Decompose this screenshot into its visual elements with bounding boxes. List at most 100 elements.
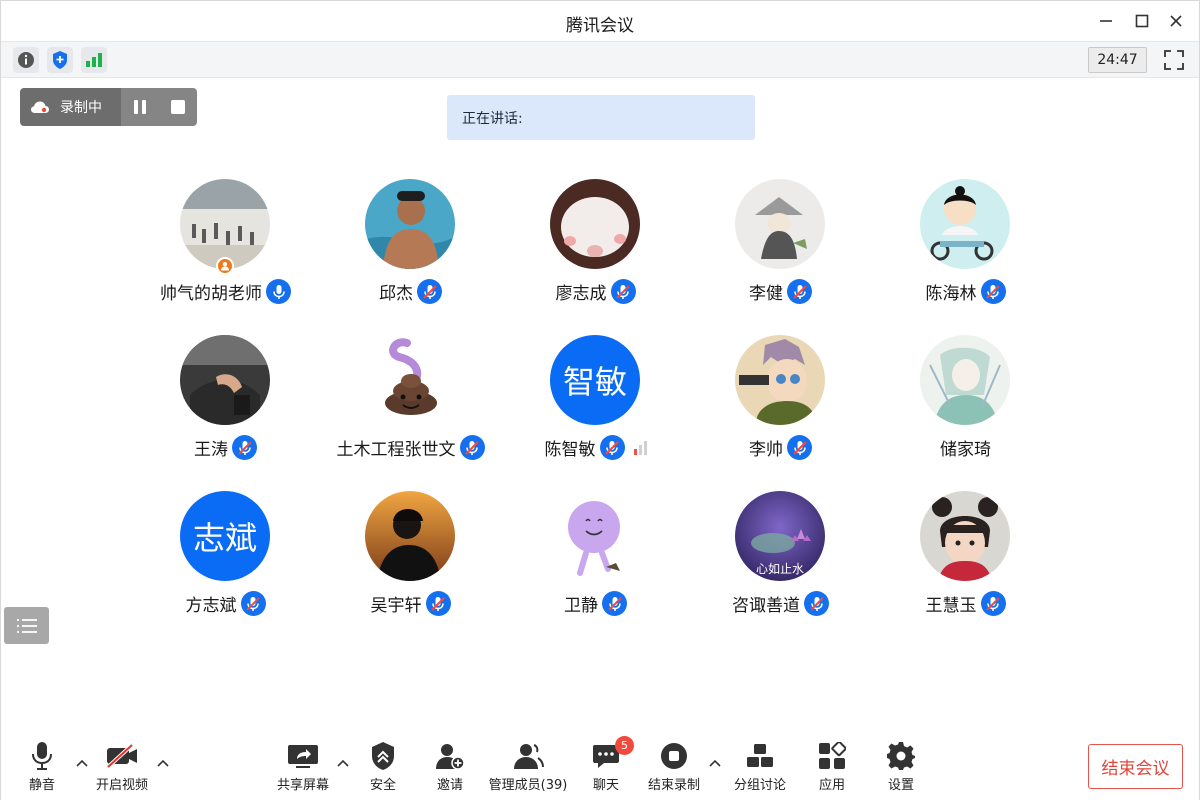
participant-name-row: 李健	[688, 279, 873, 304]
participant-card[interactable]: 帅气的胡老师	[133, 179, 318, 319]
end-recording-button[interactable]: 结束录制	[646, 740, 702, 794]
chevron-up-icon	[76, 759, 88, 767]
security-button[interactable]: 安全	[363, 740, 403, 794]
microphone-muted-icon	[986, 284, 1000, 299]
avatar: 心如止水	[735, 491, 825, 581]
invite-button[interactable]: 邀请	[431, 740, 469, 794]
video-options-caret[interactable]	[156, 756, 170, 770]
end-recording-label: 结束录制	[647, 778, 700, 793]
invite-label: 邀请	[436, 778, 463, 793]
participant-card[interactable]: 心如止水咨诹善道	[688, 491, 873, 631]
security-shield-button[interactable]	[47, 47, 73, 73]
participant-name: 王慧玉	[925, 596, 977, 616]
settings-button[interactable]: 设置	[881, 740, 921, 794]
participant-name: 李健	[749, 284, 783, 304]
list-icon	[16, 618, 37, 633]
participant-card[interactable]: 李健	[688, 179, 873, 319]
meeting-timer: 24:47	[1088, 47, 1147, 73]
avatar	[735, 335, 825, 425]
settings-label: 设置	[887, 778, 914, 793]
mic-on-indicator	[266, 279, 291, 304]
participant-name: 廖志成	[555, 284, 607, 304]
mic-muted-indicator	[980, 279, 1006, 304]
participant-card[interactable]: 陈海林	[873, 179, 1058, 319]
pause-recording-button[interactable]	[126, 93, 154, 121]
window-title: 腾讯会议	[566, 16, 634, 36]
share-screen-button[interactable]: 共享屏幕	[275, 740, 331, 794]
network-signal-button[interactable]	[81, 47, 107, 73]
stop-recording-button[interactable]	[164, 93, 192, 121]
participant-card[interactable]: 邱杰	[318, 179, 503, 319]
share-screen-icon	[288, 745, 318, 768]
participant-card[interactable]: 李帅	[688, 335, 873, 475]
share-label: 共享屏幕	[276, 778, 329, 793]
recording-options-caret[interactable]	[708, 756, 722, 770]
start-video-button[interactable]: 开启视频	[93, 740, 151, 794]
fullscreen-button[interactable]	[1161, 47, 1187, 73]
microphone-muted-icon	[792, 440, 807, 455]
audio-options-caret[interactable]	[75, 756, 89, 770]
chevron-up-icon	[157, 759, 169, 767]
mic-muted-indicator	[232, 435, 257, 460]
minimize-icon	[1100, 20, 1112, 22]
apps-button[interactable]: 应用	[813, 740, 851, 794]
microphone-muted-icon	[809, 596, 824, 611]
participant-card[interactable]: 廖志成	[503, 179, 688, 319]
participant-card[interactable]: 储家琦	[873, 335, 1058, 475]
breakout-label: 分组讨论	[733, 778, 786, 793]
host-badge	[216, 257, 234, 275]
chat-label: 聊天	[592, 778, 619, 793]
participant-card[interactable]: 卫静	[503, 491, 688, 631]
participant-name-row: 陈海林	[873, 279, 1058, 304]
mic-muted-indicator	[425, 591, 451, 616]
mic-muted-indicator	[610, 279, 636, 304]
close-icon	[1170, 15, 1182, 27]
participant-name: 邱杰	[379, 284, 413, 304]
participant-name-row: 吴宇轩	[318, 591, 503, 616]
microphone-muted-icon	[422, 284, 437, 299]
participant-name-row: 陈智敏	[503, 435, 688, 460]
participant-card[interactable]: 志斌 方志斌	[133, 491, 318, 631]
participant-name: 咨诹善道	[732, 596, 800, 616]
invite-user-icon	[436, 744, 465, 770]
breakout-rooms-button[interactable]: 分组讨论	[731, 740, 789, 794]
breakout-rooms-icon	[747, 744, 773, 767]
maximize-button[interactable]	[1130, 9, 1154, 33]
participant-list-toggle-button[interactable]	[4, 607, 49, 644]
microphone-muted-icon	[465, 440, 479, 455]
network-signal-indicator	[633, 440, 647, 455]
avatar: 智敏	[550, 335, 640, 425]
minimize-button[interactable]	[1094, 9, 1118, 33]
manage-members-button[interactable]: 管理成员(39)	[487, 740, 569, 794]
participant-card[interactable]: 王慧玉	[873, 491, 1058, 631]
microphone-muted-icon	[237, 440, 252, 455]
video-label: 开启视频	[95, 778, 148, 793]
chat-button[interactable]: 5 聊天	[587, 736, 634, 794]
participant-name: 吴宇轩	[370, 596, 422, 616]
microphone-muted-icon	[431, 596, 445, 611]
participant-card[interactable]: 土木工程张世文	[318, 335, 503, 475]
microphone-muted-icon	[246, 596, 260, 611]
meeting-info-button[interactable]	[13, 47, 39, 73]
participant-card[interactable]: 王涛	[133, 335, 318, 475]
share-options-caret[interactable]	[336, 756, 350, 770]
microphone-icon	[272, 284, 285, 299]
participant-name: 储家琦	[940, 440, 991, 460]
meeting-toolbar: 静音 开启视频 共享屏幕 安全 邀请 管理成员(39) 5 聊天 结束录制 分组…	[1, 734, 1199, 800]
participant-name: 帅气的胡老师	[160, 284, 262, 304]
mic-muted-indicator	[459, 435, 485, 460]
mute-button[interactable]: 静音	[23, 740, 61, 794]
end-meeting-button[interactable]: 结束会议	[1088, 744, 1183, 789]
participant-name-row: 王涛	[133, 435, 318, 460]
apps-grid-icon	[819, 742, 846, 769]
participant-card[interactable]: 智敏 陈智敏	[503, 335, 688, 475]
mic-muted-indicator	[980, 591, 1006, 616]
close-button[interactable]	[1164, 9, 1188, 33]
avatar	[180, 179, 270, 269]
microphone-muted-icon	[605, 440, 619, 455]
avatar-caption: 心如止水	[755, 562, 804, 576]
avatar	[365, 179, 455, 269]
cloud-icon	[31, 101, 49, 113]
participant-card[interactable]: 吴宇轩	[318, 491, 503, 631]
pause-icon	[134, 100, 146, 114]
